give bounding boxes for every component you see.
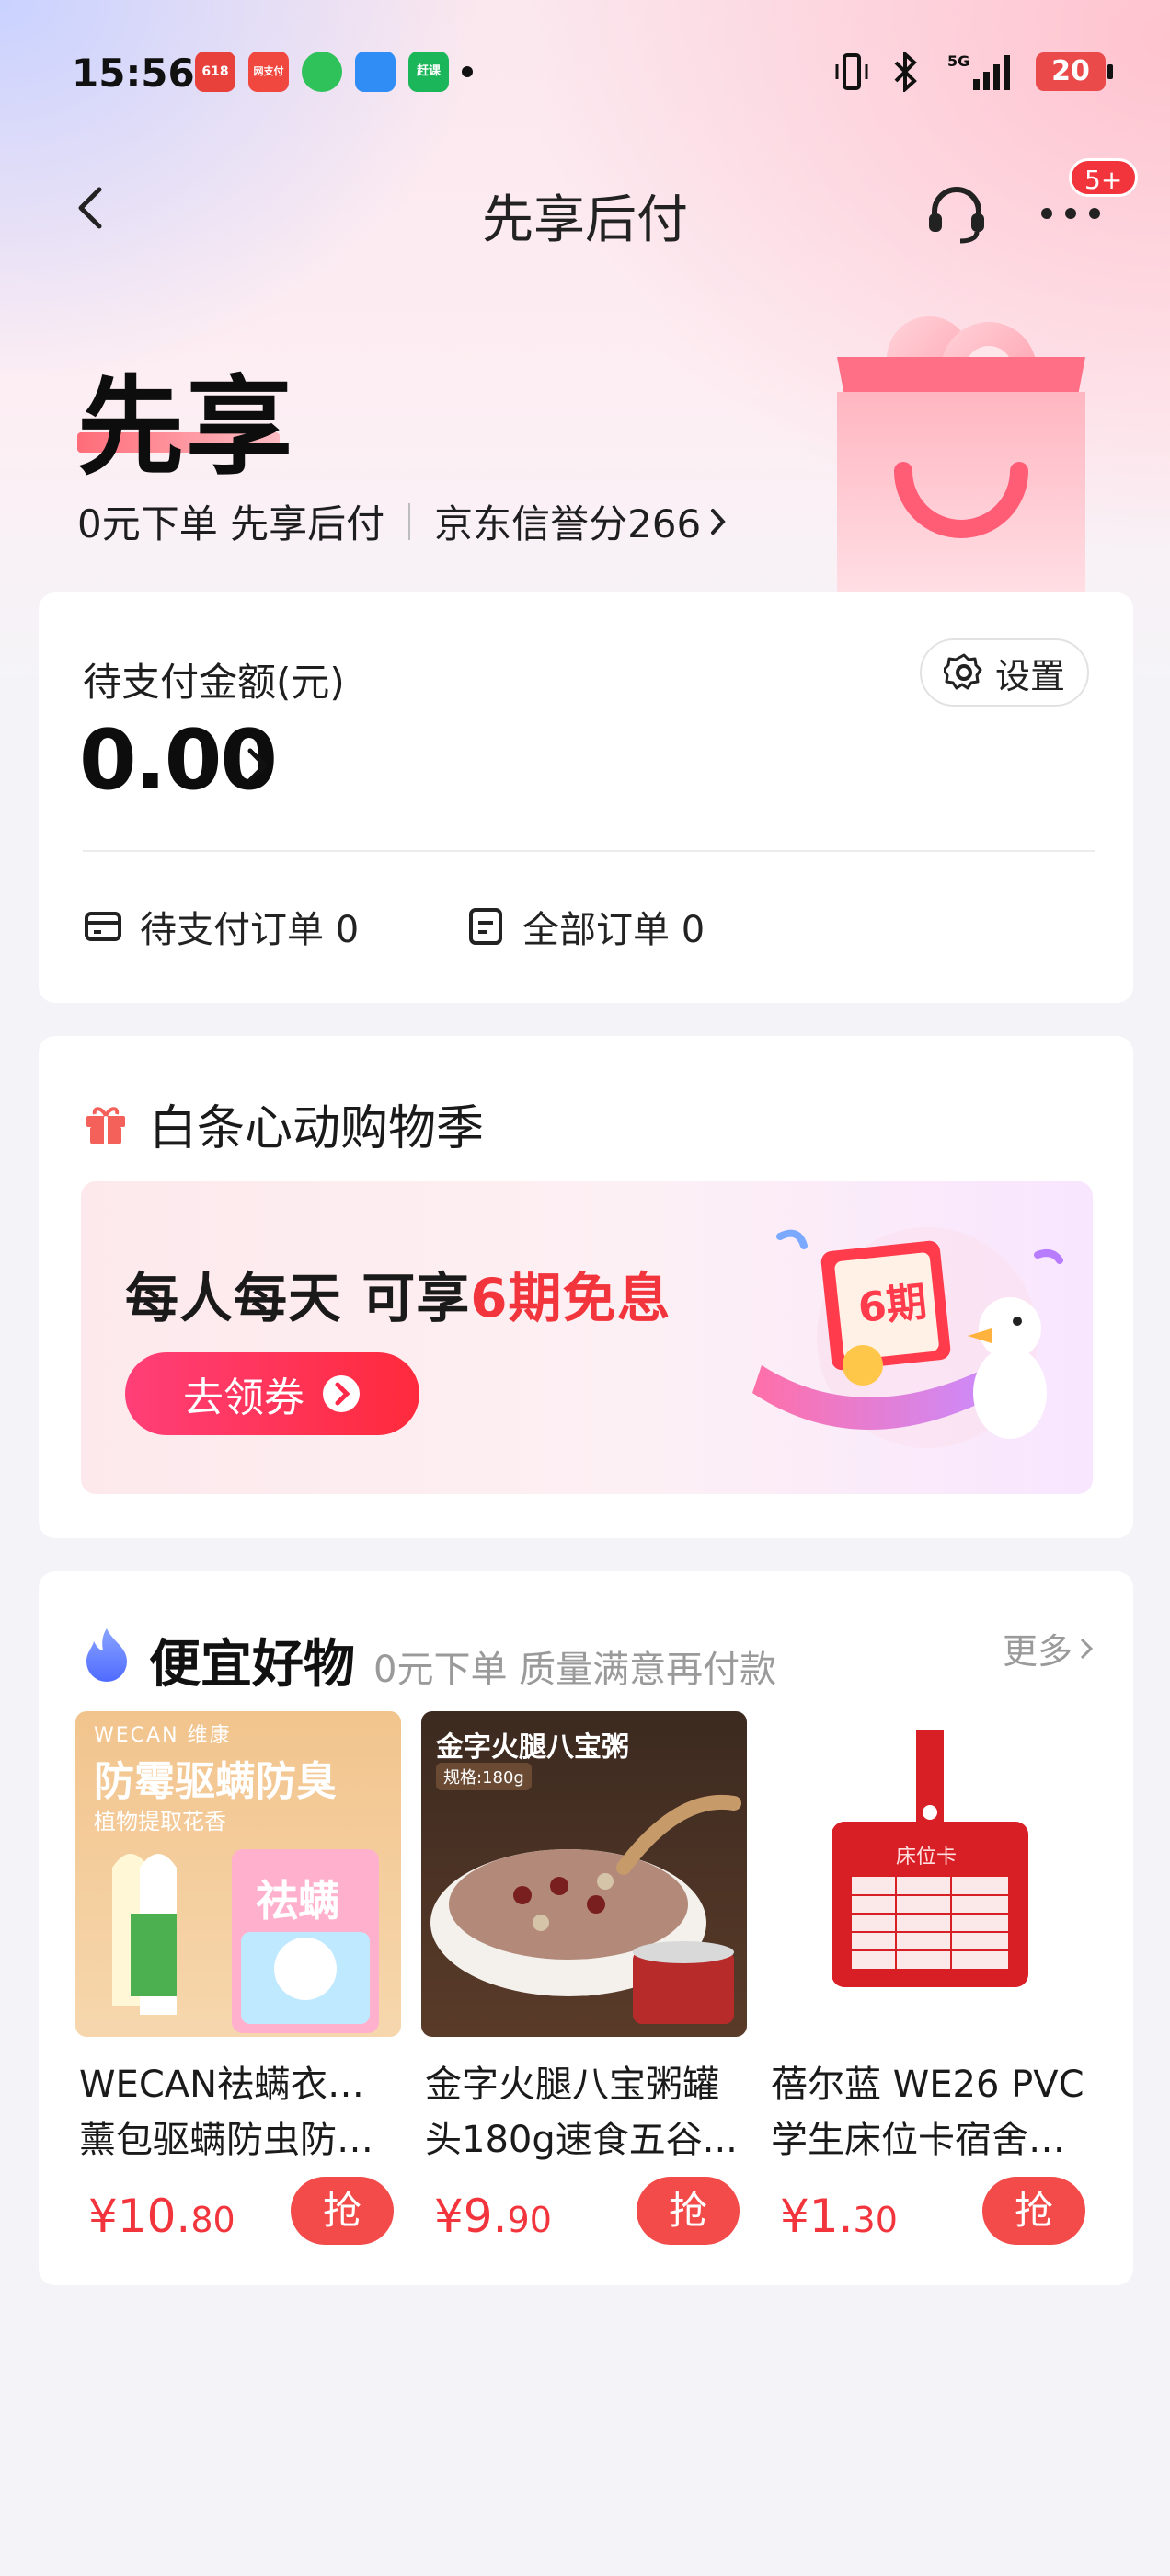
product-name-line-1: 金字火腿八宝粥罐 bbox=[425, 2064, 719, 2106]
promo-section-title: 白条心动购物季 bbox=[83, 1089, 484, 1158]
pending-orders-link[interactable]: 待支付订单 0 bbox=[83, 900, 359, 953]
fire-icon bbox=[86, 1628, 127, 1682]
product-list: WECAN 维康 防霉驱螨防臭 植物提取花香 祛螨 WECAN祛螨衣柜香 薰包驱… bbox=[75, 1711, 1106, 2263]
product-name[interactable]: 蓓尔蓝 WE26 PVC 学生床位卡宿舍床... bbox=[767, 2057, 1093, 2168]
pending-amount-label: 待支付金额(元) bbox=[83, 660, 345, 705]
claim-coupon-label: 去领券 bbox=[183, 1374, 304, 1421]
course-app-icon: 赶课 bbox=[408, 52, 449, 92]
payment-summary-card: 待支付金额(元) 0.00 设置 待支付订单 0 全部订单 0 bbox=[39, 592, 1133, 1003]
settings-button[interactable]: 设置 bbox=[920, 638, 1089, 707]
banner-headline-highlight: 6期免息 bbox=[470, 1267, 671, 1329]
pending-orders-label: 待支付订单 0 bbox=[140, 909, 360, 951]
claim-coupon-button[interactable]: 去领券 bbox=[125, 1352, 419, 1435]
hero-divider bbox=[408, 502, 411, 540]
product-card[interactable]: 床位卡 蓓尔蓝 WE26 PVC 学生床位卡宿舍床... ¥1.30 抢 bbox=[767, 1711, 1093, 2263]
all-orders-label: 全部订单 0 bbox=[522, 909, 705, 951]
grab-button[interactable]: 抢 bbox=[982, 2177, 1085, 2245]
credit-score-link[interactable]: 京东信誉分266 bbox=[434, 493, 728, 549]
top-nav-bar: 先享后付 bbox=[0, 166, 1170, 258]
app-618-icon: 618 bbox=[195, 52, 235, 92]
notification-icons: 618 网支付 赶课 bbox=[195, 52, 473, 92]
grab-button[interactable]: 抢 bbox=[291, 2177, 394, 2245]
product-name-line-2: 头180g速食五谷... bbox=[425, 2119, 738, 2161]
price-main: ¥1. bbox=[780, 2190, 854, 2243]
hero-subtitle-row: 0元下单 先享后付 京东信誉分266 bbox=[77, 493, 728, 549]
settings-label: 设置 bbox=[994, 655, 1065, 696]
banner-headline-prefix: 每人每天 可享 bbox=[125, 1267, 471, 1329]
hero-title: 先享 bbox=[77, 365, 294, 489]
product-name-line-1: 蓓尔蓝 WE26 PVC bbox=[771, 2064, 1084, 2106]
all-orders-link[interactable]: 全部订单 0 bbox=[465, 900, 705, 953]
six-period-label: 6期 bbox=[856, 1278, 930, 1332]
hero-subtitle: 0元下单 先享后付 bbox=[77, 501, 385, 546]
product-price: ¥10.80 bbox=[88, 2190, 235, 2243]
chevron-right-icon bbox=[1080, 1638, 1094, 1659]
status-time: 15:56 bbox=[72, 51, 195, 96]
product-name-line-2: 学生床位卡宿舍床... bbox=[771, 2119, 1089, 2161]
bed-card-illustration bbox=[832, 1730, 1028, 1987]
battery-indicator: 20 bbox=[1036, 52, 1113, 91]
page-title: 先享后付 bbox=[482, 190, 688, 250]
product-image[interactable]: WECAN 维康 防霉驱螨防臭 植物提取花香 祛螨 bbox=[75, 1711, 401, 2037]
gift-icon bbox=[86, 1106, 125, 1144]
product-name-line-2: 薰包驱螨防虫防霉... bbox=[79, 2119, 397, 2161]
product-price: ¥1.30 bbox=[780, 2190, 898, 2243]
credit-score-label: 京东信誉分266 bbox=[434, 501, 702, 546]
price-decimal: 90 bbox=[507, 2200, 552, 2240]
product-image-card-label: 床位卡 bbox=[896, 1846, 958, 1869]
product-image-pack-label: 祛螨 bbox=[256, 1876, 340, 1926]
interest-free-banner[interactable]: 每人每天 可享6期免息 去领券 6期 bbox=[81, 1181, 1093, 1494]
deals-header: 便宜好物 0元下单 质量满意再付款 bbox=[83, 1623, 776, 1697]
chat-app-icon bbox=[302, 52, 342, 92]
system-icons: 5G 20 bbox=[833, 52, 1113, 92]
sachet-illustration bbox=[112, 1849, 379, 2033]
product-image-headline: 防霉驱螨防臭 bbox=[94, 1758, 337, 1805]
product-image[interactable]: 金字火腿八宝粥 规格:180g bbox=[421, 1711, 747, 2037]
feather-app-icon bbox=[355, 52, 396, 92]
more-notifications-dot bbox=[462, 66, 473, 77]
price-main: ¥10. bbox=[88, 2190, 191, 2243]
product-card[interactable]: 金字火腿八宝粥 规格:180g 金字火腿八宝粥罐 头180g速食五谷... ¥9… bbox=[421, 1711, 747, 2263]
app-pay-icon: 网支付 bbox=[248, 52, 289, 92]
chevron-right-icon bbox=[711, 508, 726, 535]
grab-button[interactable]: 抢 bbox=[637, 2177, 740, 2245]
deals-card: 便宜好物 0元下单 质量满意再付款 更多 WECAN 维康 防霉驱螨防臭 植物提… bbox=[39, 1571, 1133, 2285]
divider bbox=[83, 850, 1095, 852]
shopping-bag-illustration bbox=[837, 316, 1085, 598]
deals-title: 便宜好物 bbox=[149, 1635, 355, 1695]
promo-title: 白条心动购物季 bbox=[149, 1101, 485, 1156]
svg-text:5G: 5G bbox=[947, 52, 969, 70]
vibrate-icon bbox=[835, 53, 868, 90]
price-decimal: 80 bbox=[190, 2200, 235, 2240]
porridge-bowl-illustration bbox=[430, 1794, 741, 2024]
gear-icon bbox=[943, 653, 982, 690]
product-image-headline: 金字火腿八宝粥 bbox=[436, 1731, 629, 1764]
price-main: ¥9. bbox=[434, 2190, 508, 2243]
product-card[interactable]: WECAN 维康 防霉驱螨防臭 植物提取花香 祛螨 WECAN祛螨衣柜香 薰包驱… bbox=[75, 1711, 401, 2263]
order-list-icon bbox=[469, 908, 502, 945]
signal-5g-icon: 5G bbox=[947, 52, 1010, 90]
price-decimal: 30 bbox=[853, 2200, 898, 2240]
coupon-mascot-illustration: 6期 bbox=[752, 1227, 1063, 1448]
more-deals-link[interactable]: 更多 bbox=[1003, 1623, 1095, 1673]
chevron-right-icon[interactable] bbox=[241, 738, 278, 793]
product-name[interactable]: WECAN祛螨衣柜香 薰包驱螨防虫防霉... bbox=[75, 2057, 401, 2168]
arrow-circle-right-icon bbox=[323, 1375, 360, 1412]
customer-service-headset-icon[interactable] bbox=[920, 177, 993, 250]
banner-headline: 每人每天 可享6期免息 bbox=[125, 1255, 671, 1332]
more-deals-label: 更多 bbox=[1002, 1631, 1072, 1672]
product-image-brand: WECAN 维康 bbox=[94, 1724, 232, 1747]
product-image[interactable]: 床位卡 bbox=[767, 1711, 1093, 2037]
product-name-line-1: WECAN祛螨衣柜香 bbox=[79, 2064, 397, 2106]
card-wallet-icon bbox=[85, 912, 121, 941]
product-name[interactable]: 金字火腿八宝粥罐 头180g速食五谷... bbox=[421, 2057, 747, 2168]
status-bar: 15:56 618 网支付 赶课 5G 20 bbox=[0, 0, 1170, 147]
notification-badge: 5+ bbox=[1069, 158, 1139, 197]
promo-card: 白条心动购物季 每人每天 可享6期免息 去领券 6期 bbox=[39, 1036, 1133, 1538]
deals-subtitle: 0元下单 质量满意再付款 bbox=[373, 1649, 777, 1691]
product-price: ¥9.90 bbox=[434, 2190, 552, 2243]
bluetooth-icon bbox=[894, 52, 917, 92]
